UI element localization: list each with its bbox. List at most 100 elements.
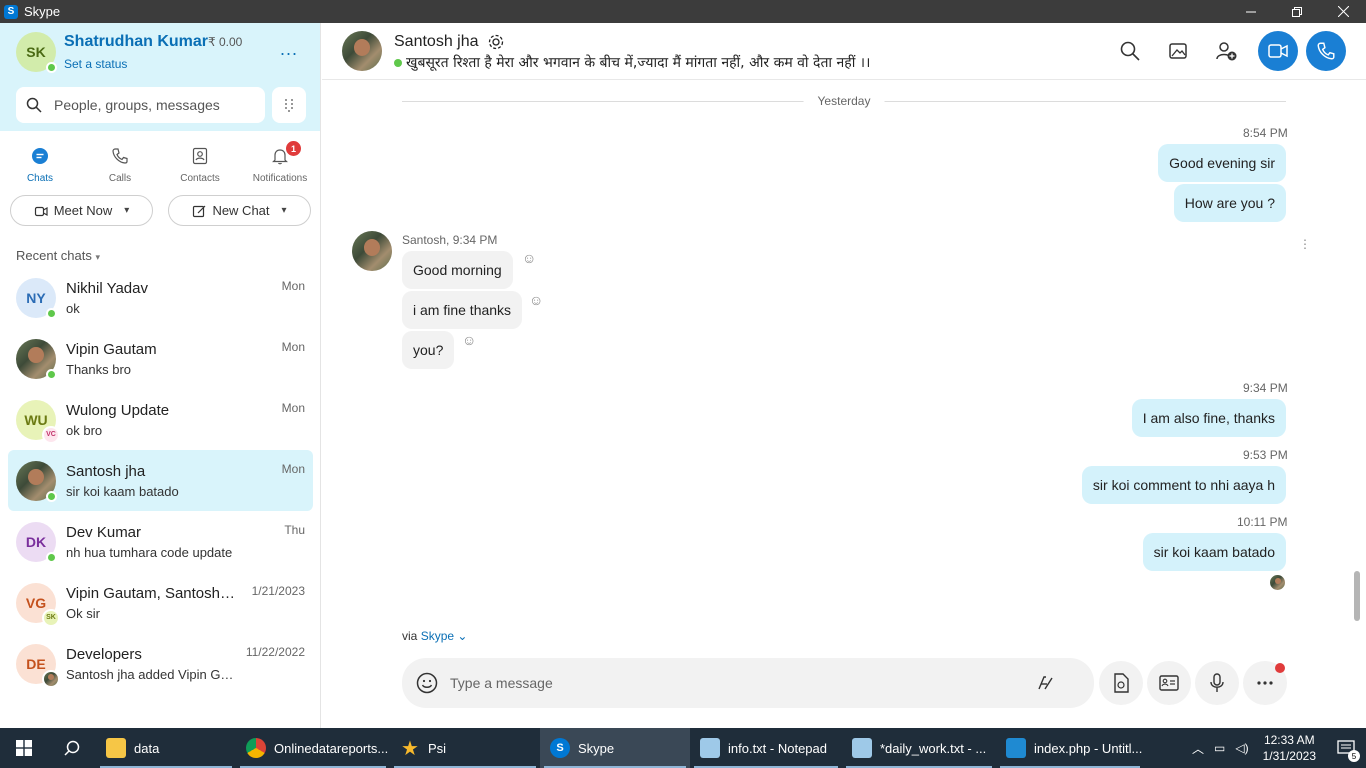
message-timestamp: 9:53 PM — [1243, 448, 1288, 462]
conversation-header: Santosh jha खुबसूरत रिश्ता है मेरा और भग… — [322, 23, 1366, 80]
tab-calls-label: Calls — [108, 173, 132, 184]
share-file-button[interactable] — [1099, 661, 1143, 705]
search-in-chat-button[interactable] — [1106, 31, 1154, 71]
contact-avatar[interactable] — [342, 31, 382, 71]
message-more-icon[interactable]: ⋮ — [1299, 237, 1311, 251]
chat-preview: ok bro — [66, 422, 103, 438]
taskbar-item-notepad-daily[interactable]: *daily_work.txt - ... — [842, 728, 996, 768]
my-avatar[interactable]: SK — [16, 32, 57, 73]
skype-credit[interactable]: ₹ 0.00 — [208, 35, 242, 49]
tab-calls[interactable]: Calls — [80, 141, 160, 201]
chevron-down-icon: ▾ — [124, 205, 130, 216]
outgoing-message[interactable]: sir koi comment to nhi aaya h — [1081, 466, 1286, 504]
taskbar-clock[interactable]: 12:33 AM 1/31/2023 — [1263, 732, 1316, 764]
emoji-icon[interactable] — [416, 672, 438, 694]
minimize-button[interactable] — [1228, 0, 1274, 23]
set-status-link[interactable]: Set a status — [64, 57, 127, 71]
more-options-button[interactable]: ... — [280, 39, 298, 60]
chat-list-item[interactable]: Vipin Gautam Thanks bro Mon — [8, 328, 313, 389]
chat-name: Vipin Gautam, Santosh… — [66, 584, 235, 602]
reaction-smiley-icon[interactable]: ☺ — [462, 332, 476, 348]
sidebar: SK Shatrudhan Kumar ₹ 0.00 Set a status … — [0, 23, 321, 728]
vscode-icon — [1006, 738, 1026, 758]
recent-chats-header[interactable]: Recent chats ▾ — [16, 248, 100, 263]
text-format-icon[interactable] — [1036, 674, 1054, 692]
close-button[interactable] — [1320, 0, 1366, 23]
taskbar-item-skype[interactable]: S Skype — [540, 728, 690, 768]
restore-button[interactable] — [1274, 0, 1320, 23]
message-input[interactable] — [450, 675, 1030, 691]
new-chat-button[interactable]: New Chat ▾ — [168, 195, 311, 226]
read-receipt-avatar — [1270, 575, 1285, 590]
avatar: WU VC — [16, 399, 60, 444]
message-timestamp: 9:34 PM — [1243, 381, 1288, 395]
share-contact-button[interactable] — [1147, 661, 1191, 705]
action-center-button[interactable]: 5 — [1326, 728, 1366, 768]
tab-notifications[interactable]: 1 Notifications — [240, 141, 320, 201]
video-call-button[interactable] — [1258, 31, 1298, 71]
reaction-smiley-icon[interactable]: ☺ — [529, 292, 543, 308]
dialpad-button[interactable] — [272, 87, 306, 123]
profile-name[interactable]: Shatrudhan Kumar — [64, 33, 208, 51]
chevron-up-icon[interactable]: ︿ — [1192, 740, 1204, 757]
notification-count-badge: 5 — [1348, 750, 1360, 762]
chat-list-item[interactable]: VG SK Vipin Gautam, Santosh… Ok sir 1/21/2… — [8, 572, 313, 633]
search-input[interactable] — [54, 97, 254, 113]
taskbar-search-button[interactable] — [48, 728, 96, 768]
incoming-message[interactable]: i am fine thanks — [402, 291, 523, 329]
chat-list-item-selected[interactable]: Santosh jha sir koi kaam batado Mon — [8, 450, 313, 511]
taskbar-item-label: data — [134, 740, 160, 756]
incoming-message[interactable]: you? — [402, 331, 455, 369]
chat-list-item[interactable]: WU VC Wulong Update ok bro Mon — [8, 389, 313, 450]
outgoing-message[interactable]: sir koi kaam batado — [1142, 533, 1286, 571]
contact-card-icon — [1159, 675, 1179, 691]
scrollbar-thumb[interactable] — [1354, 571, 1360, 621]
chat-name: Santosh jha — [66, 462, 146, 480]
more-composer-options-button[interactable] — [1243, 661, 1287, 705]
via-skype: via Skype ⌄ — [402, 629, 467, 643]
chat-list-item[interactable]: DK Dev Kumar nh hua tumhara code update T… — [8, 511, 313, 572]
outgoing-message[interactable]: Good evening sir — [1158, 144, 1286, 182]
voice-message-button[interactable] — [1195, 661, 1239, 705]
add-participant-button[interactable] — [1202, 31, 1250, 71]
volume-icon[interactable]: ◁) — [1235, 741, 1248, 755]
close-icon — [1337, 6, 1349, 17]
start-button[interactable] — [0, 728, 48, 768]
chat-name: Nikhil Yadav — [66, 279, 148, 297]
tab-contacts[interactable]: Contacts — [160, 141, 240, 201]
chat-list-item[interactable]: DE Developers Santosh jha added Vipin G… … — [8, 633, 313, 694]
clock-date: 1/31/2023 — [1262, 749, 1316, 763]
avatar-initials: WU — [24, 411, 48, 428]
chat-preview: Ok sir — [66, 605, 100, 621]
add-person-icon — [1216, 42, 1237, 61]
windows-logo-icon — [16, 740, 32, 756]
notification-dot — [1275, 663, 1285, 673]
via-label: via — [402, 629, 418, 643]
profile-area: SK Shatrudhan Kumar ₹ 0.00 Set a status … — [0, 23, 320, 131]
outgoing-message[interactable]: I am also fine, thanks — [1131, 399, 1286, 437]
star-icon: ★ — [401, 737, 419, 760]
taskbar-item-data[interactable]: data — [96, 728, 236, 768]
incoming-message[interactable]: Good morning — [402, 251, 513, 289]
taskbar-item-notepad-info[interactable]: info.txt - Notepad — [690, 728, 842, 768]
recent-chats-label: Recent chats — [16, 248, 92, 263]
gallery-button[interactable] — [1154, 31, 1202, 71]
outgoing-message[interactable]: How are you ? — [1173, 184, 1286, 222]
chevron-down-icon[interactable]: ⌄ — [457, 629, 467, 643]
message-timestamp: 8:54 PM — [1243, 126, 1288, 140]
contact-name[interactable]: Santosh jha — [394, 33, 479, 51]
taskbar-item-vscode[interactable]: index.php - Untitl... — [996, 728, 1144, 768]
network-icon[interactable]: ▭ — [1214, 741, 1225, 755]
search-bar[interactable] — [16, 87, 265, 123]
chat-list-item[interactable]: NY Nikhil Yadav ok Mon — [8, 267, 313, 328]
tab-chats[interactable]: Chats — [0, 141, 80, 201]
taskbar-item-chrome[interactable]: Onlinedatareports... — [236, 728, 390, 768]
reaction-smiley-icon[interactable]: ☺ — [522, 250, 536, 266]
audio-call-button[interactable] — [1306, 31, 1346, 71]
taskbar-item-psi[interactable]: ★ Psi — [390, 728, 540, 768]
via-skype-link[interactable]: Skype — [421, 629, 454, 643]
sender-avatar[interactable] — [352, 231, 392, 271]
taskbar-item-label: Psi — [428, 740, 447, 756]
chat-preview: Thanks bro — [66, 361, 132, 377]
meet-now-button[interactable]: Meet Now ▾ — [10, 195, 153, 226]
